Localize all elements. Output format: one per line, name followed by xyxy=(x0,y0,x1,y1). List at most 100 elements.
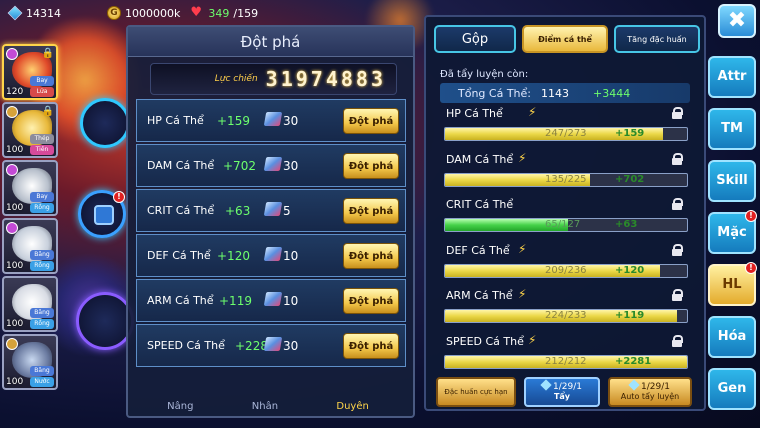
tab-merge[interactable]: Gộp xyxy=(434,25,516,53)
skill-book-icon xyxy=(263,112,283,126)
lightning-icon: ⚡ xyxy=(518,241,527,256)
tab-upgrade[interactable]: Nâng xyxy=(167,401,193,412)
pet-level: 120 xyxy=(6,87,24,97)
stat-bar-text: 209/236 +120 xyxy=(445,265,687,277)
element-icon xyxy=(6,222,18,234)
menu-hóa-button[interactable]: Hóa xyxy=(708,316,756,358)
stat-bonus: +63 xyxy=(225,203,251,218)
pet-level: 100 xyxy=(6,319,24,329)
stat-add: +120 xyxy=(615,264,645,276)
breakthrough-row: DEF Cá Thể +120 10 Đột phá xyxy=(136,234,406,277)
total-value: 1143 xyxy=(540,86,569,100)
breakthrough-row: ARM Cá Thể +119 10 Đột phá xyxy=(136,279,406,322)
breakthrough-row: DAM Cá Thể +702 30 Đột phá xyxy=(136,144,406,187)
stat-row: DEF Cá Thể ⚡ 209/236 +120 xyxy=(440,242,690,288)
pet-slot[interactable]: Băng Rồng 100 xyxy=(2,276,58,332)
menu-tm-button[interactable]: TM xyxy=(708,108,756,150)
stat-value: 212/212 xyxy=(545,355,587,367)
type-tag: Rồng xyxy=(30,261,54,271)
padlock-icon[interactable] xyxy=(672,198,683,211)
extreme-training-button[interactable]: Đặc huấn cực hạn xyxy=(436,377,516,407)
auto-count-row: 1/29/1 xyxy=(610,379,690,392)
menu-label: Mặc xyxy=(717,225,747,240)
stat-bar-text: 135/225 +702 xyxy=(445,174,687,186)
menu-gen-button[interactable]: Gen xyxy=(708,368,756,410)
menu-label: Gen xyxy=(717,381,747,396)
breakthrough-row: HP Cá Thể +159 30 Đột phá xyxy=(136,99,406,142)
close-button[interactable]: ✖ xyxy=(718,4,756,38)
crystal-icon xyxy=(540,379,552,391)
menu-skill-button[interactable]: Skill xyxy=(708,160,756,202)
menu-label: Attr xyxy=(717,69,747,84)
stat-progress-bar: 209/236 +120 xyxy=(444,263,688,278)
stat-add: +119 xyxy=(615,310,645,322)
gem-icon xyxy=(7,5,23,21)
pet-slot[interactable]: 🔒 Thép Tiên 100 xyxy=(2,102,58,158)
breakthrough-button[interactable]: Đột phá xyxy=(343,108,399,134)
stat-bonus: +119 xyxy=(219,293,252,308)
stat-bonus: +702 xyxy=(223,158,256,173)
stat-row: ARM Cá Thể ⚡ 224/233 +119 xyxy=(440,287,690,333)
pet-evolution-icon[interactable] xyxy=(80,98,130,148)
tab-human[interactable]: Nhân xyxy=(252,401,278,412)
padlock-icon[interactable] xyxy=(672,243,683,256)
bag-icon[interactable]: ! xyxy=(78,190,126,238)
stat-row: DAM Cá Thể ⚡ 135/225 +702 xyxy=(440,151,690,197)
breakthrough-row: CRIT Cá Thể +63 5 Đột phá xyxy=(136,189,406,232)
auto-wash-label: Auto tẩy luyện xyxy=(620,392,680,401)
auto-count: 1/29/1 xyxy=(641,382,670,392)
stat-name: DAM Cá Thể xyxy=(147,159,215,172)
wash-button[interactable]: 1/29/1 Tẩy xyxy=(524,377,600,407)
cost-qty: 30 xyxy=(283,113,299,128)
breakthrough-panel: Đột phá Lực chiến 31974883 HP Cá Thể +15… xyxy=(126,25,415,418)
individual-stats-panel: Gộp Điểm cá thể Tăng đặc huấn Đã tẩy luy… xyxy=(424,15,706,411)
pet-slot[interactable]: 🔒 Bay Lửa 120 xyxy=(2,44,58,100)
stat-bar-text: 65/127 +63 xyxy=(445,219,687,231)
padlock-icon[interactable] xyxy=(672,107,683,119)
pet-level: 100 xyxy=(6,377,24,387)
stat-name: SPEED Cá Thể xyxy=(147,339,225,352)
type-tag: Lửa xyxy=(30,87,54,97)
breakthrough-list: HP Cá Thể +159 30 Đột phá DAM Cá Thể +70… xyxy=(136,99,406,369)
breakthrough-button[interactable]: Đột phá xyxy=(343,198,399,224)
stamina-counter: ♥ 349/159 xyxy=(190,6,258,20)
breakthrough-button[interactable]: Đột phá xyxy=(343,243,399,269)
total-add: +3444 xyxy=(592,86,631,100)
menu-attr-button[interactable]: Attr xyxy=(708,56,756,98)
pet-level: 100 xyxy=(6,203,24,213)
pet-slot[interactable]: Bay Rồng 100 xyxy=(2,160,58,216)
cost-qty: 10 xyxy=(283,248,299,263)
element-icon xyxy=(6,164,18,176)
stat-name: HP Cá Thể xyxy=(147,114,204,127)
padlock-icon[interactable] xyxy=(672,334,683,347)
tab-fate[interactable]: Duyên xyxy=(336,401,368,412)
bag-glyph xyxy=(94,205,114,225)
stat-name: DEF Cá Thể xyxy=(446,243,510,257)
type-tag: Băng xyxy=(30,366,54,376)
menu-hl-button[interactable]: HL! xyxy=(708,262,757,306)
padlock-icon[interactable] xyxy=(672,289,683,302)
menu-label: TM xyxy=(721,121,743,136)
tab-special-training[interactable]: Tăng đặc huấn xyxy=(614,25,700,53)
padlock-icon[interactable] xyxy=(672,152,683,165)
stat-value: 135/225 xyxy=(545,173,587,185)
pet-level: 100 xyxy=(6,145,24,155)
pet-slot[interactable]: Băng Nước 100 xyxy=(2,334,58,390)
breakthrough-button[interactable]: Đột phá xyxy=(343,153,399,179)
breakthrough-button[interactable]: Đột phá xyxy=(343,333,399,359)
combat-power-value: 31974883 xyxy=(265,67,386,91)
pet-slot[interactable]: Băng Rồng 100 xyxy=(2,218,58,274)
element-icon xyxy=(6,338,18,350)
type-tag: Bay xyxy=(30,76,54,86)
skill-book-icon xyxy=(263,292,283,306)
breakthrough-button[interactable]: Đột phá xyxy=(343,288,399,314)
stat-name: ARM Cá Thể xyxy=(147,294,214,307)
auto-wash-button[interactable]: 1/29/1 Auto tẩy luyện xyxy=(608,377,692,407)
tab-individual-points[interactable]: Điểm cá thể xyxy=(522,25,608,53)
wash-label: Tẩy xyxy=(553,392,571,401)
skill-book-icon xyxy=(263,157,283,171)
gold-counter: G 1000000k xyxy=(107,6,180,20)
resource-bar: 14314 G 1000000k ♥ 349/159 xyxy=(0,0,420,26)
wash-actions: Đặc huấn cực hạn 1/29/1 Tẩy 1/29/1 Auto … xyxy=(436,377,698,407)
menu-mặc-button[interactable]: Mặc! xyxy=(708,210,757,254)
